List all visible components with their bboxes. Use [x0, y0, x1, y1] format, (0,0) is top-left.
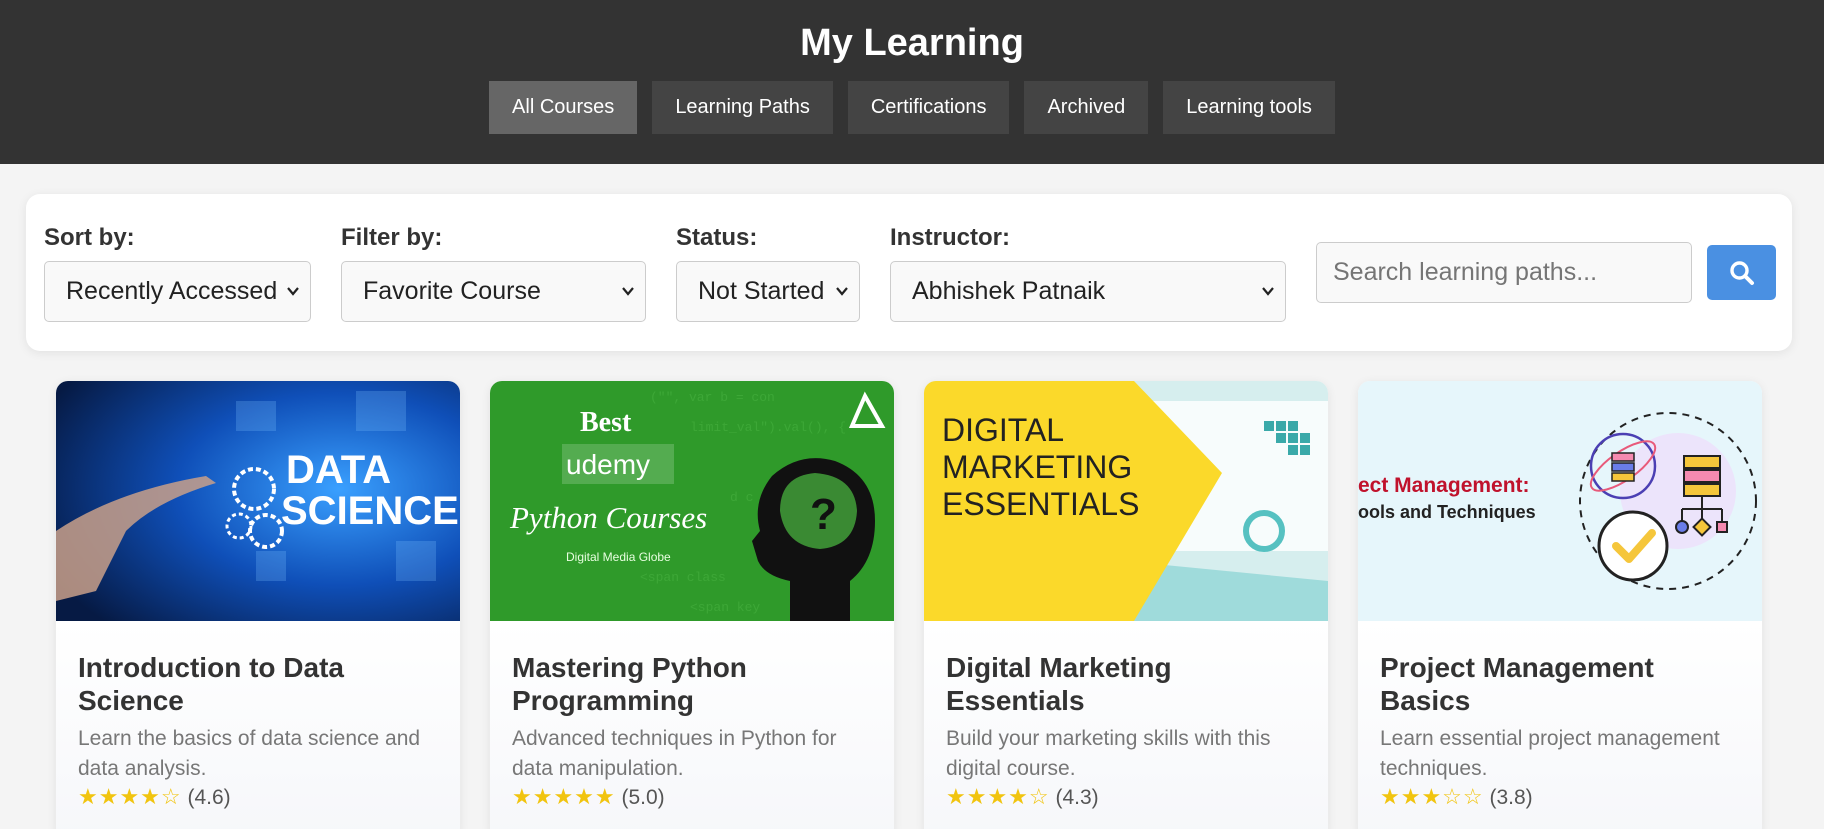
- course-title: Project Management Basics: [1380, 652, 1654, 716]
- card-body: Project Management Basics Learn essentia…: [1358, 621, 1762, 829]
- svg-text:<span key: <span key: [690, 600, 760, 615]
- chevron-down-icon: [287, 287, 299, 296]
- sort-value: Recently Accessed: [66, 277, 278, 305]
- tab-bar: All Courses Learning Paths Certification…: [0, 81, 1824, 134]
- star-rating-icon: ★★★★☆: [946, 784, 1050, 809]
- course-rating: ★★★★★ (5.0): [512, 784, 665, 810]
- thumb-text: udemy: [566, 449, 650, 480]
- course-description: Learn the basics of data science and dat…: [78, 727, 421, 780]
- card-body: Introduction to Data Science Learn the b…: [56, 621, 460, 829]
- star-rating-icon: ★★★☆☆: [1380, 784, 1484, 809]
- tab-learning-paths[interactable]: Learning Paths: [652, 81, 833, 134]
- course-card[interactable]: DATA SCIENCE Introduction to Data Scienc…: [56, 381, 460, 829]
- status-value: Not Started: [698, 277, 825, 305]
- thumb-text: DIGITAL: [942, 412, 1064, 448]
- course-title: Mastering Python Programming: [512, 652, 747, 716]
- svg-text:("", var b = con: ("", var b = con: [650, 390, 775, 405]
- course-thumbnail: ect Management: ools and Techniques: [1358, 381, 1762, 621]
- status-group: Status:: [676, 224, 757, 252]
- instructor-label: Instructor:: [890, 224, 1010, 251]
- thumb-text: MARKETING: [942, 449, 1132, 485]
- rating-value: (5.0): [621, 786, 665, 809]
- tab-archived[interactable]: Archived: [1024, 81, 1149, 134]
- rating-value: (3.8): [1489, 786, 1533, 809]
- instructor-value: Abhishek Patnaik: [912, 277, 1106, 305]
- course-card[interactable]: DIGITAL MARKETING ESSENTIALS Digital Mar…: [924, 381, 1328, 829]
- course-description: Build your marketing skills with this di…: [946, 727, 1271, 780]
- page-title: My Learning: [800, 22, 1024, 64]
- svg-text:limit_val").val(), {: limit_val").val(), {: [690, 420, 846, 435]
- chevron-down-icon: [1262, 287, 1274, 296]
- thumb-text: Digital Media Globe: [566, 550, 671, 564]
- rating-value: (4.3): [1055, 786, 1099, 809]
- course-title: Introduction to Data Science: [78, 652, 344, 716]
- status-select[interactable]: Not Started: [676, 261, 860, 322]
- svg-text:?: ?: [810, 490, 837, 539]
- tab-certifications[interactable]: Certifications: [847, 81, 1010, 134]
- thumb-text: ESSENTIALS: [942, 486, 1139, 522]
- course-rating: ★★★★☆ (4.6): [78, 784, 231, 810]
- search-input[interactable]: [1316, 242, 1692, 303]
- course-description: Advanced techniques in Python for data m…: [512, 727, 837, 780]
- tab-learning-tools[interactable]: Learning tools: [1163, 81, 1335, 134]
- instructor-select[interactable]: Abhishek Patnaik: [890, 261, 1286, 322]
- course-title: Digital Marketing Essentials: [946, 652, 1172, 716]
- status-label: Status:: [676, 224, 758, 251]
- thumb-text: Best: [580, 407, 632, 438]
- sort-group: Sort by:: [44, 224, 135, 252]
- thumb-text: DATA: [286, 448, 391, 492]
- course-rating: ★★★★☆ (4.3): [946, 784, 1099, 810]
- thumb-text: Python Courses: [509, 500, 707, 535]
- course-card[interactable]: ect Management: ools and Techniques Proj…: [1358, 381, 1762, 829]
- filter-select[interactable]: Favorite Course: [341, 261, 646, 322]
- svg-text:<span class: <span class: [640, 570, 726, 585]
- thumb-text: ools and Techniques: [1358, 502, 1536, 522]
- chevron-down-icon: [836, 287, 848, 296]
- course-description: Learn essential project management techn…: [1380, 727, 1720, 780]
- rating-value: (4.6): [187, 786, 231, 809]
- course-thumbnail: ("", var b = con limit_val").val(), { d …: [490, 381, 894, 621]
- course-card[interactable]: ("", var b = con limit_val").val(), { d …: [490, 381, 894, 829]
- course-thumbnail: DIGITAL MARKETING ESSENTIALS: [924, 381, 1328, 621]
- instructor-group: Instructor:: [890, 224, 1010, 252]
- search-button[interactable]: [1707, 245, 1776, 300]
- filter-value: Favorite Course: [363, 277, 541, 305]
- search-icon: [1730, 261, 1754, 285]
- filter-group: Filter by:: [341, 224, 442, 252]
- filter-label: Filter by:: [341, 224, 443, 251]
- star-rating-icon: ★★★★★: [512, 784, 616, 809]
- course-rating: ★★★☆☆ (3.8): [1380, 784, 1533, 810]
- chevron-down-icon: [622, 287, 634, 296]
- tab-all-courses[interactable]: All Courses: [489, 81, 638, 134]
- course-thumbnail: DATA SCIENCE: [56, 381, 460, 621]
- card-body: Mastering Python Programming Advanced te…: [490, 621, 894, 829]
- card-body: Digital Marketing Essentials Build your …: [924, 621, 1328, 829]
- sort-label: Sort by:: [44, 224, 135, 251]
- thumb-text: ect Management:: [1358, 474, 1530, 497]
- star-rating-icon: ★★★★☆: [78, 784, 182, 809]
- app-header: My Learning All Courses Learning Paths C…: [0, 0, 1824, 164]
- thumb-text: SCIENCE: [281, 489, 459, 533]
- sort-select[interactable]: Recently Accessed: [44, 261, 311, 322]
